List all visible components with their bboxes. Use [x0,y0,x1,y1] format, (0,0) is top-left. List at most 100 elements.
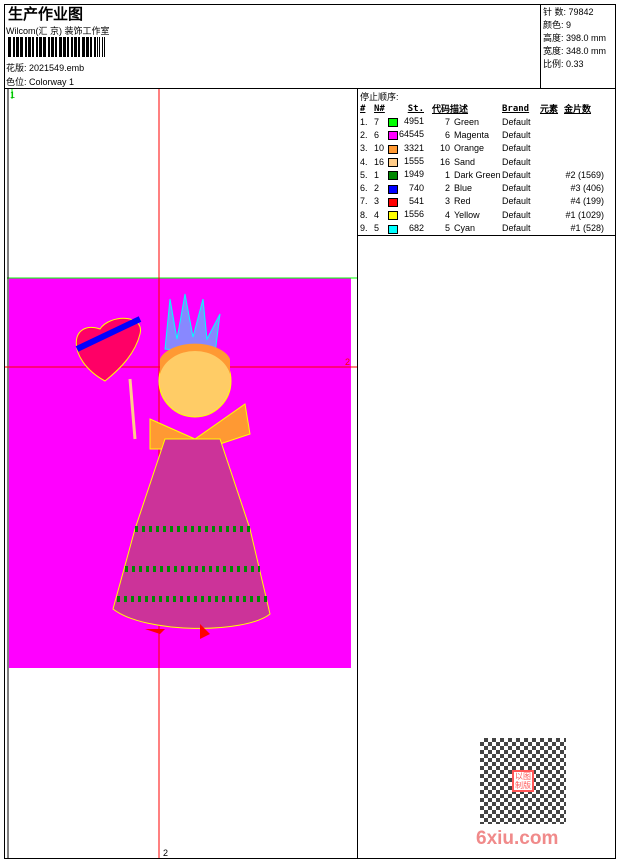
table-row: 3. 10 3321 10 Orange Default [360,142,604,155]
color-description: Red [454,196,471,207]
needle-number: 5 [374,223,380,234]
color-stitches: 4951 [388,115,424,128]
brand: Default [502,116,531,127]
color-description: Orange [454,143,485,154]
brand: Default [502,156,531,167]
color-code: 1 [444,169,450,180]
needle-number: 7 [374,116,380,127]
column-header: # [360,103,366,114]
color-stitches: 1949 [388,168,424,181]
row-index: 9. [360,223,368,234]
marker-top: 1 [10,90,15,100]
design-info: 针 数: 79842 颜色: 9 高度: 398.0 mm 宽度: 348.0 … [540,4,616,89]
design-height: 高度: 398.0 mm [543,33,607,43]
color-code: 2 [444,183,450,194]
brand: Default [502,183,531,194]
sequin-count: #2 (1569) [565,169,604,180]
needle-number: 10 [374,143,385,154]
column-header: St. [407,103,424,114]
barcode [8,37,106,57]
column-header: 代码 [431,105,450,115]
color-swatch [388,224,398,234]
color-description: Yellow [454,209,480,220]
color-stitches: 740 [388,181,424,194]
design-filename: 2021549.emb [29,63,85,73]
needle-number: 6 [374,129,380,140]
colorway-label: 色位: [6,77,27,87]
color-description: Blue [454,183,473,194]
notes-panel: 以图制版 6xiu.com [357,235,616,859]
color-description: Green [454,116,480,127]
sequin-count [564,155,604,168]
needle-number: 2 [374,183,380,194]
stamp: 以图制版 [512,770,534,792]
row-index: 3. [360,143,368,154]
table-row: 5. 1 1949 1 Dark Green Default #2 (1569) [360,168,604,181]
sequin-count: #1 (528) [570,223,604,234]
color-code: 7 [444,116,450,127]
color-code: 5 [444,223,450,234]
sequin-count [564,142,604,155]
color-description: Dark Green [454,169,501,180]
design-canvas: 1 2 2 [4,88,358,859]
design-width: 宽度: 348.0 mm [543,46,607,56]
stop-sequence-title: 停止顺序: [360,92,399,102]
brand: Default [502,196,531,207]
color-swatch [388,211,398,221]
color-count: 颜色: 9 [543,20,572,30]
page-title: 生产作业图 [8,5,84,23]
brand: Default [502,223,531,234]
sequin-count [564,128,604,141]
color-code: 6 [444,129,450,140]
design-preview: 1 2 2 [5,89,357,858]
color-description: Cyan [454,223,476,234]
color-stitches: 1556 [388,208,424,221]
brand: Default [502,169,531,180]
color-stitches: 1555 [388,155,424,168]
row-index: 1. [360,116,368,127]
color-code: 16 [439,156,450,167]
design-scale: 比例: 0.33 [543,59,584,69]
marker-right: 2 [345,357,350,367]
color-swatch [388,171,398,181]
table-row: 4. 16 1555 16 Sand Default [360,155,604,168]
row-index: 6. [360,183,368,194]
color-description: Magenta [454,129,490,140]
brand: Default [502,143,531,154]
table-row: 6. 2 740 2 Blue Default #3 (406) [360,181,604,194]
color-stitches: 541 [388,195,424,208]
colorway-value: Colorway 1 [29,77,75,87]
color-stitches: 64545 [388,128,424,141]
design-label: 花版: [6,63,27,73]
table-row: 2. 6 64545 6 Magenta Default [360,128,604,141]
row-index: 4. [360,156,368,167]
sequin-count: #1 (1029) [565,209,604,220]
column-header: Brand [502,103,530,114]
column-header: 描述 [450,105,469,115]
table-row: 8. 4 1556 4 Yellow Default #1 (1029) [360,208,604,221]
stop-sequence-table: # N# St. 代码 描述 Brand 元素 金片数 1. 7 4951 7 Green Defaul… [360,102,604,235]
needle-number: 3 [374,196,380,207]
colorway: 色位: Colorway 1 [6,75,74,88]
brand: Default [502,209,531,220]
stop-sequence-panel: 停止顺序: # N# St. 代码 描述 Brand 元素 金片数 1. 7 4951 7 Green… [357,88,616,236]
sequin-count [564,115,604,128]
needle-number: 1 [374,169,380,180]
color-swatch [388,118,398,128]
column-header: N# [374,103,385,114]
color-swatch [388,184,398,194]
company-name: Wilcom(汇 京) 装饰工作室 [6,26,110,36]
sequin-count: #3 (406) [570,183,604,194]
color-code: 10 [439,143,450,154]
row-index: 8. [360,209,368,220]
table-row: 1. 7 4951 7 Green Default [360,115,604,128]
row-index: 5. [360,169,368,180]
color-description: Sand [454,156,476,167]
needle-number: 4 [374,209,380,220]
needle-number: 16 [374,156,385,167]
color-swatch [388,144,398,154]
color-code: 4 [444,209,450,220]
color-code: 3 [444,196,450,207]
column-header: 元素 [540,105,559,115]
color-swatch [388,197,398,207]
